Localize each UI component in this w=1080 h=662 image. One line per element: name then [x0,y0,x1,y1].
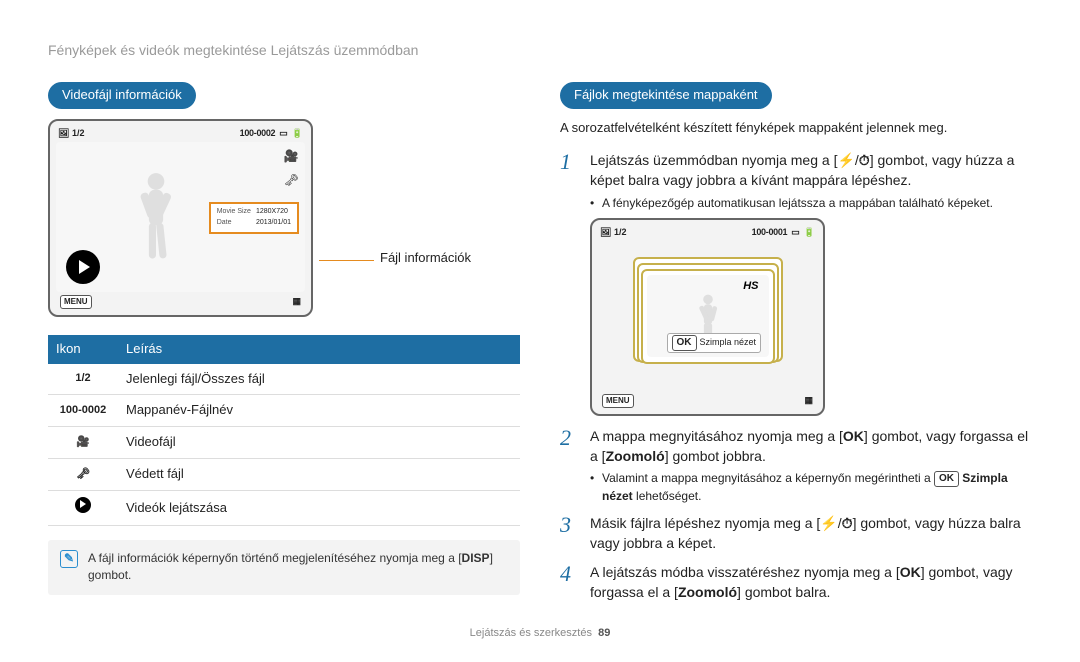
page-footer: Lejátszás és szerkesztés 89 [48,626,1032,642]
simple-view-button[interactable]: OK Szimpla nézet [667,333,762,354]
table-row: 1/2 Jelenlegi fájl/Összes fájl [48,364,520,395]
step-sub: Valamint a mappa megnyitásához a képerny… [590,470,1032,505]
intro-text: A sorozatfelvételként készített fényképe… [560,119,1032,138]
battery-icon: 🔋 [292,127,303,140]
step-number: 3 [560,513,578,554]
icon-legend-table: Ikon Leírás 1/2 Jelenlegi fájl/Összes fá… [48,335,520,526]
lock-icon: 🗝 [284,172,299,189]
camera-preview-folder: 🖼 1/2 100-0001 ▭ 🔋 [590,218,825,416]
ok-icon: OK [900,564,921,580]
timer-icon: ⏱ [842,515,853,531]
right-column: Fájlok megtekintése mappaként A sorozatf… [560,82,1032,608]
menu-button[interactable]: MENU [602,394,634,408]
leader-line [319,260,374,261]
th-desc: Leírás [118,335,520,364]
flash-icon: ⚡ [837,152,854,168]
lock-icon: 🗝 [76,468,90,480]
step-sub: A fényképezőgép automatikusan lejátssza … [590,195,1032,212]
timer-icon: ⏱ [859,152,870,168]
camera-preview-video: 🖼 1/2 100-0002 ▭ 🔋 [48,119,313,317]
table-row: 🎥 Videofájl [48,427,520,459]
section-pill-video-info: Videofájl információk [48,82,196,109]
memory-icon: ▭ [279,127,288,140]
file-info-overlay: Movie Size1280X720 Date2013/01/01 [209,202,299,234]
thumbnail-grid-icon[interactable]: ▦ [292,295,301,308]
section-pill-folder-view: Fájlok megtekintése mappaként [560,82,772,109]
step-2: 2 A mappa megnyitásához nyomja meg a [OK… [560,426,1032,505]
flash-icon: ⚡ [820,515,837,531]
folder-stack: HS OK Szimpla nézet [633,257,783,375]
battery-icon: 🔋 [804,226,815,239]
video-icon: 🎥 [76,436,90,448]
note-icon: ✎ [60,550,78,568]
memory-icon: ▭ [791,226,800,239]
step-number: 4 [560,562,578,603]
cam-folder-file: 100-0001 [752,226,788,239]
cam-file-counter: 🖼 1/2 [58,127,84,140]
table-row: 🗝 Védett fájl [48,459,520,491]
th-icon: Ikon [48,335,118,364]
step-4: 4 A lejátszás módba visszatéréshez nyomj… [560,562,1032,603]
table-row: 100-0002 Mappanév-Fájlnév [48,395,520,427]
info-note: ✎ A fájl információk képernyőn történő m… [48,540,520,595]
step-number: 1 [560,150,578,212]
ok-icon: OK [843,428,864,444]
left-column: Videofájl információk 🖼 1/2 100-0002 ▭ 🔋 [48,82,520,608]
cam-folder-file: 100-0002 [240,127,276,140]
step-3: 3 Másik fájlra lépéshez nyomja meg a [⚡/… [560,513,1032,554]
step-number: 2 [560,426,578,505]
menu-button[interactable]: MENU [60,295,92,309]
step-1: 1 Lejátszás üzemmódban nyomja meg a [⚡/⏱… [560,150,1032,212]
file-info-callout: Fájl információk [380,249,471,268]
table-row: Videók lejátszása [48,491,520,526]
thumbnail-grid-icon[interactable]: ▦ [804,394,813,407]
page-header: Fényképek és videók megtekintése Lejátsz… [48,40,1032,60]
hs-badge: HS [743,279,758,295]
video-icon: 🎥 [284,148,299,165]
cam-file-counter: 🖼 1/2 [600,226,626,239]
ok-badge-icon: OK [934,471,959,488]
silhouette-icon [128,170,183,265]
play-icon[interactable] [66,250,100,284]
